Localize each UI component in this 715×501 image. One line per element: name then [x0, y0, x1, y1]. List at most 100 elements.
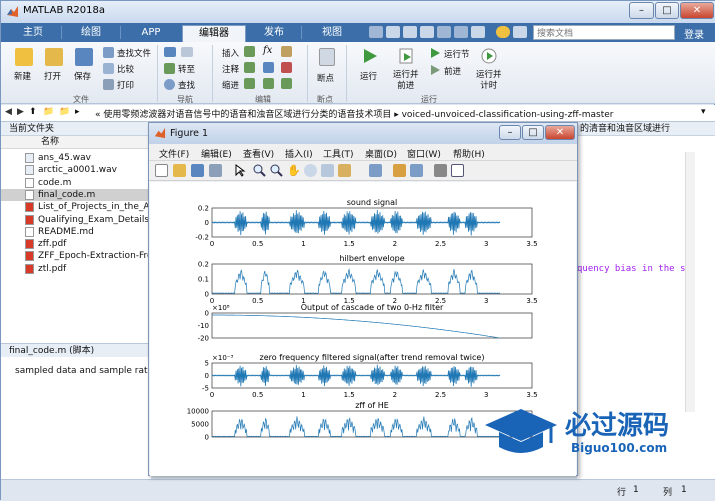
- breakpoint-icon[interactable]: [319, 48, 335, 66]
- forward-nav-icon[interactable]: ▶: [17, 107, 24, 117]
- pan-hand-icon[interactable]: ✋: [287, 164, 301, 177]
- file-row[interactable]: List_of_Projects_in_the_Are: [1, 201, 159, 213]
- save-figure-icon[interactable]: [191, 164, 204, 177]
- smart-indent-icon[interactable]: [244, 78, 255, 89]
- print-button[interactable]: 打印: [117, 79, 134, 91]
- new-button[interactable]: 新建: [14, 70, 31, 82]
- rotate-3d-icon[interactable]: [304, 164, 317, 177]
- run-button[interactable]: 运行: [360, 70, 377, 82]
- run-section-button[interactable]: 运行节: [444, 48, 470, 60]
- comment-icon[interactable]: [244, 62, 255, 73]
- menu-view[interactable]: 查看(V): [243, 147, 274, 160]
- open-file-icon[interactable]: [173, 164, 186, 177]
- breakpoints-button[interactable]: 断点: [317, 72, 334, 84]
- increase-indent-icon[interactable]: [263, 78, 274, 89]
- figure-minimize-button[interactable]: –: [499, 125, 521, 140]
- find-file-button[interactable]: 查找文件: [117, 47, 151, 59]
- tab-editor[interactable]: 编辑器: [182, 25, 246, 42]
- up-folder-icon[interactable]: ⬆: [29, 107, 37, 117]
- file-row[interactable]: final_code.m: [1, 188, 151, 201]
- tab-publish[interactable]: 发布: [247, 25, 301, 42]
- menu-desktop[interactable]: 桌面(D): [365, 147, 397, 160]
- file-row[interactable]: zff.pdf: [1, 238, 151, 250]
- help-icon[interactable]: [496, 26, 510, 38]
- file-row[interactable]: arctic_a0001.wav: [1, 164, 151, 176]
- community-icon[interactable]: [513, 26, 527, 38]
- comment-button[interactable]: 注释: [222, 63, 239, 75]
- menu-edit[interactable]: 编辑(E): [201, 147, 232, 160]
- qat-redo-icon[interactable]: [454, 26, 468, 38]
- save-button[interactable]: 保存: [74, 70, 91, 82]
- address-bar[interactable]: ◀ ▶ ⬆ 📁 📁 ▸ « 使用零频滤波器对语音信号中的语音和浊音区域进行分类的…: [1, 105, 715, 122]
- link-plot-icon[interactable]: [369, 164, 382, 177]
- forward-arrow-icon[interactable]: [181, 47, 193, 57]
- run-section-icon[interactable]: [429, 47, 441, 59]
- menu-insert[interactable]: 插入(I): [285, 147, 313, 160]
- show-plot-tools-icon[interactable]: [451, 164, 464, 177]
- new-icon[interactable]: [15, 48, 33, 66]
- save-icon[interactable]: [75, 48, 93, 66]
- run-and-time-icon[interactable]: [480, 47, 498, 65]
- minimize-button[interactable]: –: [629, 2, 654, 19]
- brush-icon[interactable]: [338, 164, 351, 177]
- insert-section-icon[interactable]: [244, 46, 255, 57]
- wrap-comment-icon[interactable]: [263, 62, 274, 73]
- zoom-in-icon[interactable]: [253, 164, 266, 177]
- qat-undo-icon[interactable]: [437, 26, 451, 38]
- insert-button[interactable]: 插入: [222, 47, 239, 59]
- maximize-button[interactable]: □: [655, 2, 679, 19]
- column-header-name[interactable]: 名称: [1, 136, 151, 149]
- search-docs-input[interactable]: [533, 25, 675, 40]
- run-and-time-button[interactable]: 运行并 计时: [476, 70, 502, 92]
- find-file-icon[interactable]: [103, 47, 114, 58]
- open-folder-icon[interactable]: [45, 48, 63, 66]
- current-path[interactable]: « 使用零频滤波器对语音信号中的语音和浊音区域进行分类的语音技术项目 ▸ voi…: [95, 107, 614, 120]
- qat-copy-icon[interactable]: [403, 26, 417, 38]
- compare-icon[interactable]: [103, 63, 114, 74]
- find-icon[interactable]: [164, 79, 175, 90]
- advance-icon[interactable]: [429, 64, 441, 76]
- print-figure-icon[interactable]: [209, 164, 222, 177]
- close-button[interactable]: ✕: [680, 2, 714, 19]
- insert-more-icon[interactable]: [281, 46, 292, 57]
- zoom-out-icon[interactable]: [270, 164, 283, 177]
- figure-close-button[interactable]: ✕: [545, 125, 575, 140]
- pointer-icon[interactable]: [233, 164, 246, 177]
- figure-title-bar[interactable]: Figure 1 – □ ✕: [149, 123, 577, 144]
- print-icon[interactable]: [103, 79, 114, 90]
- qat-switch-window-icon[interactable]: [471, 26, 485, 38]
- qat-cut-icon[interactable]: [386, 26, 400, 38]
- uncomment-icon[interactable]: [281, 62, 292, 73]
- hide-plot-tools-icon[interactable]: [434, 164, 447, 177]
- file-row[interactable]: README.md: [1, 226, 151, 238]
- editor-code-line[interactable]: quency bias in the si: [577, 264, 691, 274]
- open-button[interactable]: 打开: [44, 70, 61, 82]
- find-button[interactable]: 查找: [178, 79, 195, 91]
- folder-icon[interactable]: 📁: [43, 107, 54, 117]
- login-link[interactable]: 登录: [684, 26, 704, 41]
- menu-file[interactable]: 文件(F): [159, 147, 189, 160]
- advance-button[interactable]: 前进: [444, 65, 461, 77]
- file-row[interactable]: ZFF_Epoch-Extraction-Fro: [1, 250, 153, 262]
- menu-tools[interactable]: 工具(T): [323, 147, 354, 160]
- file-row[interactable]: Qualifying_Exam_Details.pdf: [1, 214, 167, 226]
- file-row[interactable]: code.m: [1, 177, 151, 189]
- details-header[interactable]: final_code.m (脚本): [1, 343, 151, 357]
- data-cursor-icon[interactable]: [321, 164, 334, 177]
- fx-icon[interactable]: fx: [263, 45, 272, 56]
- colorbar-icon[interactable]: [393, 164, 406, 177]
- tab-plots[interactable]: 绘图: [62, 25, 120, 42]
- qat-save-icon[interactable]: [369, 26, 383, 38]
- tab-home[interactable]: 主页: [5, 25, 61, 42]
- decrease-indent-icon[interactable]: [281, 78, 292, 89]
- qat-paste-icon[interactable]: [420, 26, 434, 38]
- run-advance-icon[interactable]: [398, 47, 416, 65]
- goto-button[interactable]: 转至: [178, 63, 195, 75]
- menu-window[interactable]: 窗口(W): [407, 147, 441, 160]
- tab-apps[interactable]: APP: [121, 25, 181, 42]
- back-arrow-icon[interactable]: [164, 47, 176, 57]
- tab-view[interactable]: 视图: [302, 25, 362, 42]
- run-advance-button[interactable]: 运行并 前进: [393, 70, 419, 92]
- indent-button[interactable]: 缩进: [222, 79, 239, 91]
- figure-maximize-button[interactable]: □: [522, 125, 544, 140]
